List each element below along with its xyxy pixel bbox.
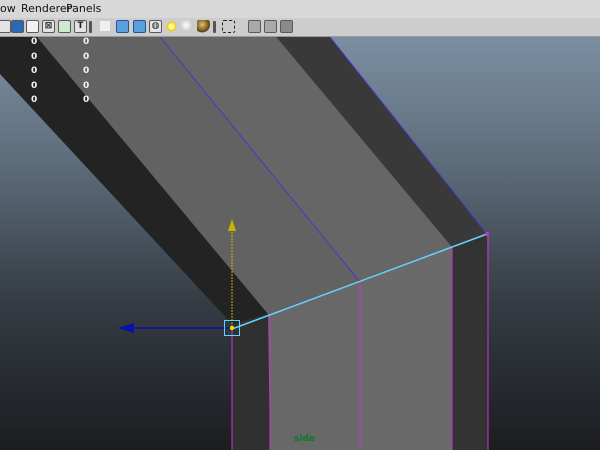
grid-icon: ⊠ [44, 21, 53, 31]
shaded-wireframe-button[interactable]: ◍ [149, 20, 162, 33]
shaded-wireframe-icon: ◍ [151, 21, 160, 31]
toolbar-spacer [100, 21, 110, 31]
3d-viewport[interactable]: 0 0 0 0 0 0 0 0 0 0 side [0, 37, 600, 450]
hud-value: 0 [31, 51, 38, 62]
edge-vertex[interactable] [485, 232, 489, 236]
isolate-select-button[interactable] [222, 20, 235, 33]
manipulator-z-arrow[interactable] [118, 323, 134, 333]
menu-bar: ow Renderer Panels [0, 0, 600, 18]
smooth-shade-button[interactable] [133, 20, 146, 33]
hud-value: 0 [83, 66, 90, 76]
hud-value: 0 [83, 95, 90, 105]
all-lights-button[interactable] [181, 20, 194, 33]
scene-geometry[interactable] [0, 37, 600, 450]
hud-value: 0 [31, 37, 38, 47]
grid-button[interactable]: ⊠ [42, 20, 55, 33]
camera-attributes-button[interactable] [11, 20, 24, 33]
select-camera-button[interactable] [0, 20, 11, 33]
hud-value: 0 [83, 80, 90, 91]
hud-value: 0 [31, 80, 38, 91]
title-safe-icon: T [77, 21, 84, 31]
toolbar-divider [89, 21, 92, 33]
menu-panels[interactable]: Panels [66, 0, 101, 18]
hud-column-a: 0 0 0 0 0 [31, 37, 37, 110]
default-lighting-button[interactable] [165, 20, 178, 33]
xray-button[interactable] [248, 20, 261, 33]
flat-lighting-button[interactable] [197, 20, 210, 33]
post-front-face-right [360, 247, 452, 450]
post-left-face [232, 314, 270, 450]
manipulator-pivot[interactable] [229, 325, 235, 331]
backface-culling-button[interactable] [280, 20, 293, 33]
toolbar-divider-2 [213, 21, 216, 33]
image-plane-button[interactable] [26, 20, 39, 33]
film-gate-button[interactable] [58, 20, 71, 33]
panel-toolbar: ⊠ T ◍ [0, 18, 600, 37]
wireframe-button[interactable] [116, 20, 129, 33]
xray-joints-button[interactable] [264, 20, 277, 33]
hud-value: 0 [83, 51, 90, 62]
menu-renderer[interactable]: Renderer [21, 0, 71, 18]
title-safe-button[interactable]: T [74, 20, 87, 33]
camera-name-label: side [294, 434, 315, 444]
post-right-face [452, 234, 488, 450]
hud-value: 0 [83, 37, 90, 47]
hud-value: 0 [31, 66, 38, 76]
hud-column-b: 0 0 0 0 0 [83, 37, 89, 110]
menu-window[interactable]: ow [0, 0, 16, 18]
hud-value: 0 [31, 95, 38, 105]
